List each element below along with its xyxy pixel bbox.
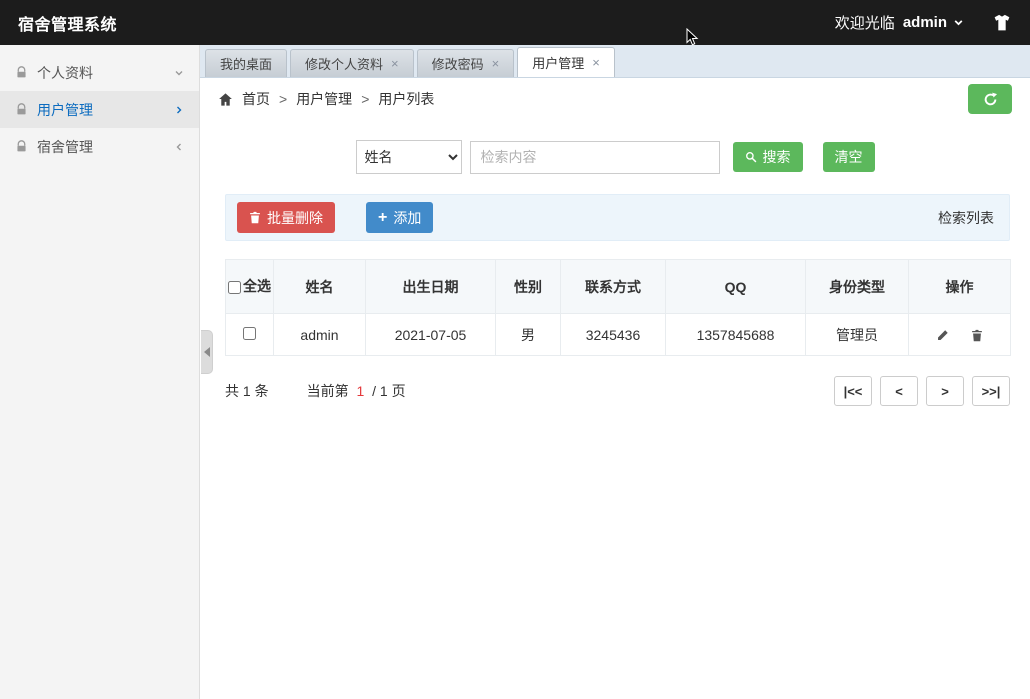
header-qq: QQ: [666, 260, 806, 314]
tab-edit-profile[interactable]: 修改个人资料 ×: [290, 49, 414, 77]
next-page-button[interactable]: >: [926, 376, 964, 406]
close-icon[interactable]: ×: [391, 57, 399, 70]
batch-delete-button[interactable]: 批量删除: [237, 202, 335, 233]
chevron-down-icon: [953, 17, 964, 28]
select-all: 全选: [228, 278, 271, 294]
home-icon: [218, 92, 233, 107]
chevron-right-icon: [174, 105, 184, 115]
sidebar-item-label: 宿舍管理: [37, 137, 93, 157]
sidebar-item-label: 用户管理: [37, 100, 93, 120]
search-form: 姓名 搜索 清空: [200, 140, 1030, 174]
breadcrumb-user-list: 用户列表: [378, 89, 434, 109]
header-role: 身份类型: [806, 260, 909, 314]
cell-qq: 1357845688: [666, 314, 806, 356]
toolbar-panel: 批量删除 + 添加 检索列表: [225, 194, 1010, 241]
tab-label: 修改密码: [432, 54, 484, 73]
cell-role: 管理员: [806, 314, 909, 356]
tab-label: 用户管理: [532, 53, 584, 72]
row-checkbox-cell: [226, 314, 274, 356]
header-gender: 性别: [496, 260, 561, 314]
refresh-icon: [983, 92, 998, 107]
current-page-text: 当前第 1 / 1 页: [307, 381, 406, 401]
edit-button[interactable]: [936, 329, 949, 342]
user-table: 全选 姓名 出生日期 性别 联系方式 QQ 身份类型 操作 admin 2021…: [225, 259, 1011, 356]
close-icon[interactable]: ×: [592, 56, 600, 69]
profile-icon: [15, 66, 28, 79]
chevron-down-icon: [174, 68, 184, 78]
users-icon: [15, 103, 28, 116]
search-button-label: 搜索: [763, 147, 791, 167]
tab-my-desktop[interactable]: 我的桌面: [205, 49, 287, 77]
clear-button-label: 清空: [835, 147, 863, 167]
sidebar-item-label: 个人资料: [37, 63, 93, 83]
table-header-row: 全选 姓名 出生日期 性别 联系方式 QQ 身份类型 操作: [226, 260, 1011, 314]
search-button[interactable]: 搜索: [733, 142, 803, 172]
breadcrumb: 首页 > 用户管理 > 用户列表: [200, 78, 1030, 120]
user-menu[interactable]: admin: [903, 14, 964, 31]
main-content: 我的桌面 修改个人资料 × 修改密码 × 用户管理 × 首页 > 用户管理 > …: [200, 45, 1030, 699]
select-all-header: 全选: [226, 260, 274, 314]
current-page-prefix: 当前第: [307, 383, 349, 399]
breadcrumb-separator: >: [361, 91, 369, 107]
topbar-right: 欢迎光临 admin: [835, 12, 1012, 33]
sidebar-item-profile[interactable]: 个人资料: [0, 54, 199, 91]
welcome-text: 欢迎光临: [835, 12, 895, 33]
close-icon[interactable]: ×: [492, 57, 500, 70]
tab-label: 修改个人资料: [305, 54, 383, 73]
header-contact: 联系方式: [561, 260, 666, 314]
last-page-button[interactable]: >>|: [972, 376, 1010, 406]
table-footer: 共 1 条 当前第 1 / 1 页 |<< < > >>|: [225, 376, 1010, 406]
sidebar-item-user-manage[interactable]: 用户管理: [0, 91, 199, 128]
sidebar: 个人资料 用户管理 宿舍管理: [0, 45, 200, 699]
shirt-icon[interactable]: [992, 14, 1012, 32]
cell-gender: 男: [496, 314, 561, 356]
search-input[interactable]: [470, 141, 720, 174]
dorm-icon: [15, 140, 28, 153]
first-page-button[interactable]: |<<: [834, 376, 872, 406]
tab-label: 我的桌面: [220, 54, 272, 73]
current-page-number: 1: [356, 383, 364, 399]
batch-delete-label: 批量删除: [267, 208, 323, 228]
add-button-label: 添加: [393, 208, 421, 228]
cell-birthday: 2021-07-05: [366, 314, 496, 356]
breadcrumb-home[interactable]: 首页: [242, 89, 270, 109]
total-count: 共 1 条: [225, 381, 269, 401]
breadcrumb-user-manage[interactable]: 用户管理: [296, 89, 352, 109]
table-row: admin 2021-07-05 男 3245436 1357845688 管理…: [226, 314, 1011, 356]
delete-button[interactable]: [971, 329, 983, 342]
plus-icon: +: [378, 210, 387, 226]
header-birthday: 出生日期: [366, 260, 496, 314]
current-page-suffix: / 1 页: [372, 383, 405, 399]
tab-change-password[interactable]: 修改密码 ×: [417, 49, 515, 77]
tab-bar: 我的桌面 修改个人资料 × 修改密码 × 用户管理 ×: [200, 45, 1030, 78]
username-text: admin: [903, 14, 947, 31]
row-checkbox[interactable]: [243, 327, 256, 340]
search-icon: [745, 151, 757, 163]
topbar: 宿舍管理系统 欢迎光临 admin: [0, 0, 1030, 45]
cell-name: admin: [274, 314, 366, 356]
prev-page-button[interactable]: <: [880, 376, 918, 406]
header-name: 姓名: [274, 260, 366, 314]
select-all-label: 全选: [243, 278, 271, 294]
pagination: |<< < > >>|: [834, 376, 1010, 406]
refresh-button[interactable]: [968, 84, 1012, 114]
sidebar-item-dorm-manage[interactable]: 宿舍管理: [0, 128, 199, 165]
add-button[interactable]: + 添加: [366, 202, 433, 233]
header-actions: 操作: [909, 260, 1011, 314]
select-all-checkbox[interactable]: [228, 281, 241, 294]
cell-actions: [909, 314, 1011, 356]
chevron-left-icon: [204, 347, 210, 357]
search-field-select[interactable]: 姓名: [356, 140, 462, 174]
sidebar-collapse-handle[interactable]: [201, 330, 213, 374]
clear-button[interactable]: 清空: [823, 142, 875, 172]
breadcrumb-separator: >: [279, 91, 287, 107]
tab-user-manage[interactable]: 用户管理 ×: [517, 47, 615, 77]
app-title: 宿舍管理系统: [18, 11, 117, 35]
chevron-left-icon: [174, 142, 184, 152]
cell-contact: 3245436: [561, 314, 666, 356]
search-list-label: 检索列表: [938, 208, 998, 228]
trash-icon: [249, 211, 261, 224]
